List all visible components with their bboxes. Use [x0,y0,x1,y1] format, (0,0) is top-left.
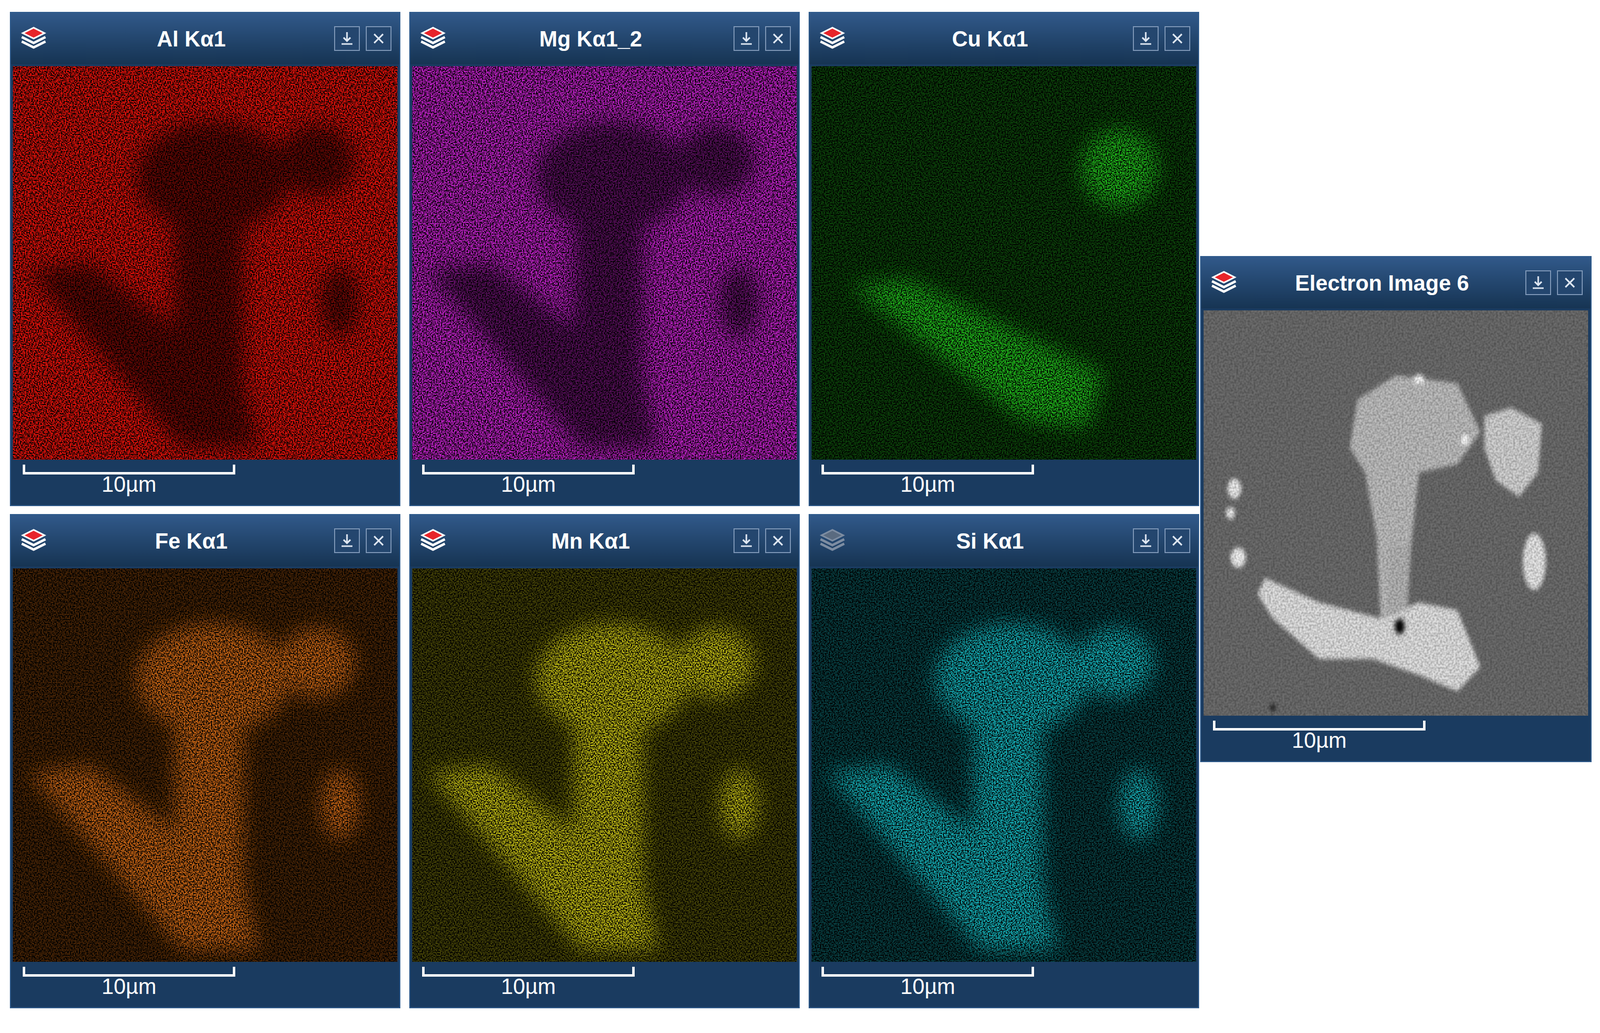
window-buttons [1132,26,1191,51]
layers-icon[interactable] [817,25,848,52]
window-title-bar[interactable]: Mg Kα1_2 [410,12,799,65]
close-button-icon[interactable] [1556,270,1583,296]
download-button-icon[interactable] [334,528,360,554]
element-map [412,66,797,460]
scale-bar-label: 10µm [422,470,635,498]
window-title: Al Kα1 [54,25,329,53]
map-window[interactable]: Mg Kα1_2 10µm [409,11,800,507]
window-title: Electron Image 6 [1244,269,1520,297]
scale-bar-label: 10µm [22,470,236,498]
scale-bar: 10µm [410,459,799,506]
close-button-icon[interactable] [365,26,392,51]
map-body [410,566,799,962]
layers-icon[interactable] [18,25,49,52]
close-button-icon[interactable] [1164,528,1191,554]
scale-bar-group: 10µm [1212,720,1426,762]
scale-bar-label: 10µm [422,972,635,1000]
map-body [809,566,1199,962]
scale-bar-group: 10µm [821,966,1035,1008]
scale-bar-group: 10µm [22,966,236,1008]
window-title: Mg Kα1_2 [453,25,728,53]
scale-bar-group: 10µm [422,966,635,1008]
element-map [811,568,1197,962]
close-button-icon[interactable] [765,26,791,51]
window-buttons [733,26,791,51]
window-title: Fe Kα1 [54,527,329,555]
layers-icon[interactable] [418,25,448,52]
download-button-icon[interactable] [733,528,760,554]
scale-bar: 10µm [410,961,799,1008]
window-buttons [733,528,791,554]
map-body [410,64,799,460]
scale-bar: 10µm [10,459,400,506]
scale-bar-label: 10µm [22,972,236,1000]
scale-bar: 10µm [10,961,400,1008]
scale-bar-label: 10µm [821,972,1035,1000]
window-title: Cu Kα1 [853,25,1127,53]
map-window[interactable]: Fe Kα1 10µm [9,514,401,1009]
map-body [809,64,1199,460]
scale-bar: 10µm [809,459,1199,506]
map-body [10,64,400,460]
scale-bar: 10µm [809,961,1199,1008]
download-button-icon[interactable] [334,26,360,51]
window-title-bar[interactable]: Si Kα1 [809,515,1199,567]
element-map [412,568,797,962]
download-button-icon[interactable] [733,26,760,51]
close-button-icon[interactable] [1164,26,1191,51]
map-window[interactable]: Cu Kα1 10µm [808,11,1200,507]
close-button-icon[interactable] [365,528,392,554]
window-title-bar[interactable]: Mn Kα1 [410,515,799,567]
window-buttons [1525,270,1583,296]
layers-icon[interactable] [18,527,49,554]
window-buttons [334,26,392,51]
element-map [12,568,398,962]
map-window[interactable]: Al Kα1 10µm [9,11,401,507]
map-window[interactable]: Si Kα1 10µm [808,514,1200,1009]
window-buttons [334,528,392,554]
download-button-icon[interactable] [1132,528,1159,554]
download-button-icon[interactable] [1525,270,1552,296]
scale-bar-label: 10µm [1212,726,1426,754]
window-buttons [1132,528,1191,554]
map-window[interactable]: Mn Kα1 10µm [409,514,800,1009]
map-body [10,566,400,962]
electron-image [1203,310,1589,716]
window-title: Si Kα1 [853,527,1127,555]
scale-bar-label: 10µm [821,470,1035,498]
scale-bar: 10µm [1201,715,1591,762]
window-title-bar[interactable]: Al Kα1 [10,12,400,65]
layers-icon[interactable] [1209,269,1239,296]
window-title-bar[interactable]: Fe Kα1 [10,515,400,567]
window-title-bar[interactable]: Electron Image 6 [1201,257,1591,309]
scale-bar-group: 10µm [422,464,635,506]
close-button-icon[interactable] [765,528,791,554]
download-button-icon[interactable] [1132,26,1159,51]
scale-bar-group: 10µm [22,464,236,506]
layers-icon[interactable] [418,527,448,554]
scale-bar-group: 10µm [821,464,1035,506]
window-title: Mn Kα1 [453,527,728,555]
electron-image-window[interactable]: Electron Image 6 10µm [1200,256,1592,763]
element-map [811,66,1197,460]
window-title-bar[interactable]: Cu Kα1 [809,12,1199,65]
map-grid: Al Kα1 10µm Mg Kα1_2 10µm Cu Kα1 10µm Fe Kα1 10… [9,11,1200,1009]
layers-icon[interactable] [817,527,848,554]
element-map [12,66,398,460]
electron-image-body [1201,308,1591,716]
